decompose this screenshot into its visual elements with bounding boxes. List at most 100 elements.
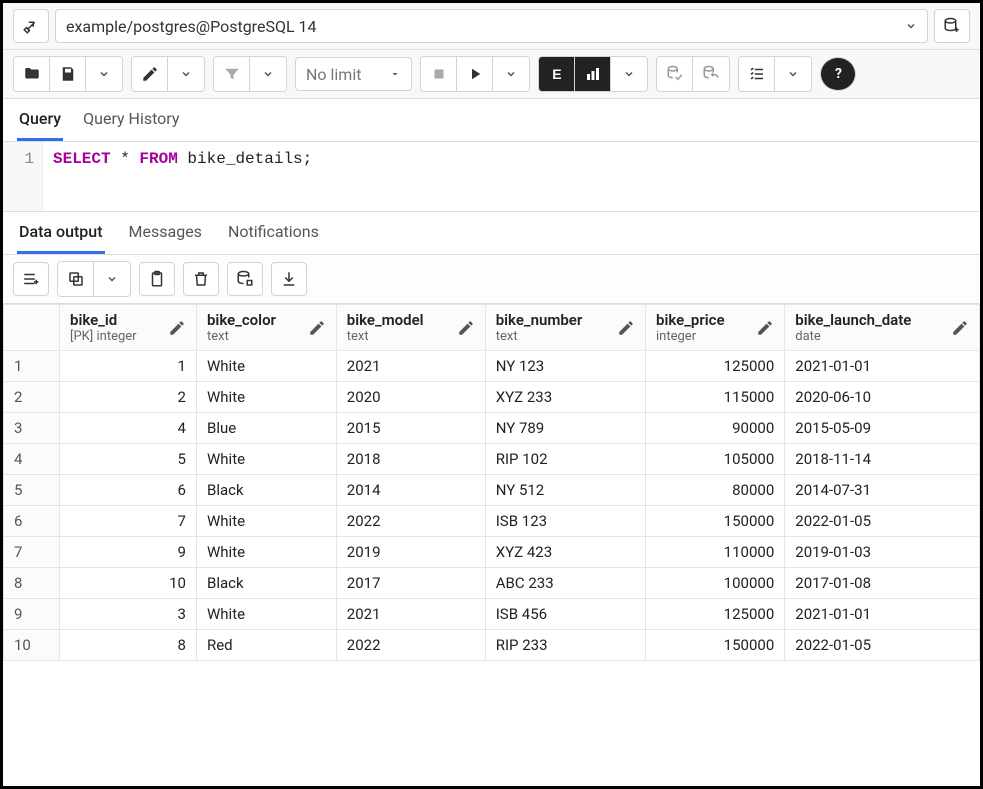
edit-dropdown[interactable] — [168, 57, 204, 91]
cell-bike_color[interactable]: Blue — [196, 413, 336, 444]
filter-button[interactable] — [214, 57, 250, 91]
cell-bike_color[interactable]: Red — [196, 630, 336, 661]
cell-bike_launch_date[interactable]: 2017-01-08 — [785, 568, 980, 599]
cell-bike_launch_date[interactable]: 2020-06-10 — [785, 382, 980, 413]
row-number-cell[interactable]: 6 — [4, 506, 60, 537]
table-row[interactable]: 67White2022ISB 1231500002022-01-05 — [4, 506, 980, 537]
execute-dropdown[interactable] — [493, 57, 529, 91]
tab-query-history[interactable]: Query History — [81, 99, 181, 141]
cell-bike_color[interactable]: White — [196, 537, 336, 568]
cell-bike_model[interactable]: 2022 — [336, 630, 485, 661]
cell-bike_launch_date[interactable]: 2014-07-31 — [785, 475, 980, 506]
cell-bike_number[interactable]: ISB 456 — [485, 599, 645, 630]
column-header-bike_number[interactable]: bike_numbertext — [485, 305, 645, 351]
cell-bike_model[interactable]: 2022 — [336, 506, 485, 537]
help-button[interactable]: ? — [820, 57, 856, 91]
tab-notifications[interactable]: Notifications — [226, 212, 321, 254]
rollback-button[interactable] — [693, 57, 729, 91]
column-header-bike_price[interactable]: bike_priceinteger — [646, 305, 785, 351]
cell-bike_color[interactable]: White — [196, 351, 336, 382]
edit-column-icon[interactable] — [951, 319, 969, 337]
cell-bike_id[interactable]: 9 — [60, 537, 197, 568]
tab-data-output[interactable]: Data output — [17, 212, 105, 254]
delete-row-button[interactable] — [183, 262, 219, 296]
cell-bike_id[interactable]: 8 — [60, 630, 197, 661]
macros-dropdown[interactable] — [775, 57, 811, 91]
connection-status-button[interactable] — [13, 9, 49, 43]
stop-button[interactable] — [421, 57, 457, 91]
cell-bike_id[interactable]: 2 — [60, 382, 197, 413]
table-row[interactable]: 56Black2014NY 512800002014-07-31 — [4, 475, 980, 506]
cell-bike_model[interactable]: 2020 — [336, 382, 485, 413]
save-data-button[interactable] — [227, 262, 263, 296]
table-row[interactable]: 810Black2017ABC 2331000002017-01-08 — [4, 568, 980, 599]
open-file-button[interactable] — [14, 57, 50, 91]
explain-dropdown[interactable] — [611, 57, 647, 91]
edit-column-icon[interactable] — [617, 319, 635, 337]
editor-code[interactable]: SELECT * FROM bike_details; — [43, 142, 322, 211]
cell-bike_price[interactable]: 100000 — [646, 568, 785, 599]
filter-dropdown[interactable] — [250, 57, 286, 91]
cell-bike_number[interactable]: XYZ 423 — [485, 537, 645, 568]
cell-bike_model[interactable]: 2021 — [336, 351, 485, 382]
cell-bike_id[interactable]: 10 — [60, 568, 197, 599]
tab-messages[interactable]: Messages — [127, 212, 204, 254]
cell-bike_number[interactable]: NY 789 — [485, 413, 645, 444]
cell-bike_price[interactable]: 115000 — [646, 382, 785, 413]
edit-column-icon[interactable] — [168, 319, 186, 337]
row-number-cell[interactable]: 7 — [4, 537, 60, 568]
row-number-cell[interactable]: 3 — [4, 413, 60, 444]
cell-bike_color[interactable]: Black — [196, 568, 336, 599]
edit-column-icon[interactable] — [308, 319, 326, 337]
table-row[interactable]: 45White2018RIP 1021050002018-11-14 — [4, 444, 980, 475]
cell-bike_color[interactable]: White — [196, 506, 336, 537]
row-number-cell[interactable]: 9 — [4, 599, 60, 630]
cell-bike_id[interactable]: 4 — [60, 413, 197, 444]
cell-bike_launch_date[interactable]: 2021-01-01 — [785, 351, 980, 382]
cell-bike_color[interactable]: White — [196, 444, 336, 475]
cell-bike_price[interactable]: 125000 — [646, 351, 785, 382]
cell-bike_price[interactable]: 150000 — [646, 506, 785, 537]
cell-bike_id[interactable]: 1 — [60, 351, 197, 382]
cell-bike_launch_date[interactable]: 2015-05-09 — [785, 413, 980, 444]
cell-bike_model[interactable]: 2018 — [336, 444, 485, 475]
cell-bike_launch_date[interactable]: 2022-01-05 — [785, 506, 980, 537]
edit-column-icon[interactable] — [457, 319, 475, 337]
execute-button[interactable] — [457, 57, 493, 91]
add-row-button[interactable] — [13, 262, 49, 296]
table-row[interactable]: 108Red2022RIP 2331500002022-01-05 — [4, 630, 980, 661]
cell-bike_id[interactable]: 7 — [60, 506, 197, 537]
explain-button[interactable]: E — [539, 57, 575, 91]
cell-bike_id[interactable]: 3 — [60, 599, 197, 630]
data-grid-wrapper[interactable]: bike_id[PK] integerbike_colortextbike_mo… — [3, 304, 980, 786]
table-row[interactable]: 34Blue2015NY 789900002015-05-09 — [4, 413, 980, 444]
cell-bike_number[interactable]: ABC 233 — [485, 568, 645, 599]
table-row[interactable]: 93White2021ISB 4561250002021-01-01 — [4, 599, 980, 630]
cell-bike_price[interactable]: 150000 — [646, 630, 785, 661]
cell-bike_model[interactable]: 2015 — [336, 413, 485, 444]
cell-bike_launch_date[interactable]: 2018-11-14 — [785, 444, 980, 475]
download-button[interactable] — [271, 262, 307, 296]
cell-bike_price[interactable]: 110000 — [646, 537, 785, 568]
cell-bike_number[interactable]: NY 512 — [485, 475, 645, 506]
cell-bike_number[interactable]: XYZ 233 — [485, 382, 645, 413]
cell-bike_model[interactable]: 2019 — [336, 537, 485, 568]
cell-bike_price[interactable]: 125000 — [646, 599, 785, 630]
cell-bike_number[interactable]: RIP 102 — [485, 444, 645, 475]
column-header-bike_id[interactable]: bike_id[PK] integer — [60, 305, 197, 351]
row-number-cell[interactable]: 5 — [4, 475, 60, 506]
column-header-bike_model[interactable]: bike_modeltext — [336, 305, 485, 351]
copy-dropdown[interactable] — [94, 262, 130, 296]
row-number-cell[interactable]: 2 — [4, 382, 60, 413]
cell-bike_number[interactable]: RIP 233 — [485, 630, 645, 661]
row-limit-selector[interactable]: No limit — [295, 57, 412, 91]
edit-button[interactable] — [132, 57, 168, 91]
column-header-bike_color[interactable]: bike_colortext — [196, 305, 336, 351]
cell-bike_id[interactable]: 6 — [60, 475, 197, 506]
cell-bike_launch_date[interactable]: 2022-01-05 — [785, 630, 980, 661]
cell-bike_color[interactable]: Black — [196, 475, 336, 506]
table-row[interactable]: 22White2020XYZ 2331150002020-06-10 — [4, 382, 980, 413]
new-connection-button[interactable] — [934, 9, 970, 43]
cell-bike_model[interactable]: 2017 — [336, 568, 485, 599]
cell-bike_price[interactable]: 105000 — [646, 444, 785, 475]
